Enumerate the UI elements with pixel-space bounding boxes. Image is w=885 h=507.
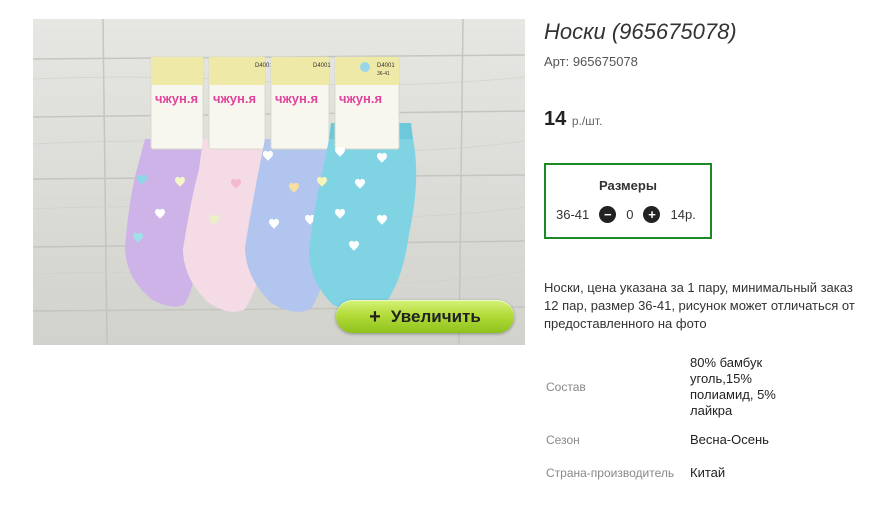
- price-value: 14: [544, 108, 567, 130]
- property-label: Сезон: [546, 433, 580, 447]
- svg-text:чжун.я: чжун.я: [155, 91, 198, 106]
- plus-icon: +: [369, 305, 381, 328]
- property-label: Страна-производитель: [546, 466, 675, 480]
- svg-text:D4001: D4001: [313, 63, 331, 69]
- plus-icon: +: [648, 207, 656, 222]
- property-row: Состав 80% бамбук уголь,15% полиамид, 5%…: [544, 353, 780, 421]
- product-properties: Состав 80% бамбук уголь,15% полиамид, 5%…: [544, 353, 780, 487]
- property-value: Китай: [690, 465, 726, 480]
- decrease-quantity-button[interactable]: −: [599, 206, 617, 223]
- increase-quantity-button[interactable]: +: [643, 206, 661, 223]
- size-row: 36-41 − 0 + 14р.: [556, 206, 696, 223]
- sku-value: 965675078: [572, 54, 638, 69]
- product-sku: Арт: 965675078: [544, 54, 638, 69]
- property-row: Страна-производитель Китай: [544, 459, 780, 487]
- property-row: Сезон Весна-Осень: [544, 421, 780, 459]
- sku-label: Арт:: [544, 54, 570, 69]
- size-price: 14р.: [670, 207, 696, 222]
- property-value: Весна-Осень: [690, 432, 769, 447]
- svg-text:чжун.я: чжун.я: [275, 91, 318, 106]
- product-description: Носки, цена указана за 1 пару, минимальн…: [544, 280, 855, 331]
- svg-text:D4001: D4001: [377, 63, 395, 69]
- quantity-value: 0: [626, 207, 634, 222]
- zoom-button-label: Увеличить: [390, 306, 481, 326]
- size-label: 36-41: [556, 207, 590, 222]
- product-image[interactable]: чжун.я чжун.я D4001 чжун.я D4001 чжун.я …: [33, 19, 525, 345]
- property-label: Состав: [546, 380, 586, 394]
- socks-photo: чжун.я чжун.я D4001 чжун.я D4001 чжун.я …: [33, 19, 525, 345]
- price-unit: р./шт.: [571, 114, 603, 128]
- sizes-selector: Размеры 36-41 − 0 + 14р.: [544, 163, 712, 239]
- product-title: Носки (965675078): [544, 19, 737, 44]
- zoom-button[interactable]: + Увеличить: [336, 300, 514, 333]
- sizes-title: Размеры: [599, 178, 657, 193]
- svg-text:чжун.я: чжун.я: [213, 91, 256, 106]
- minus-icon: −: [603, 207, 612, 222]
- property-value: 80% бамбук уголь,15% полиамид, 5% лайкра: [690, 355, 776, 418]
- svg-text:чжун.я: чжун.я: [339, 91, 382, 106]
- svg-text:36-41: 36-41: [377, 71, 390, 77]
- product-price: 14 р./шт.: [544, 108, 602, 131]
